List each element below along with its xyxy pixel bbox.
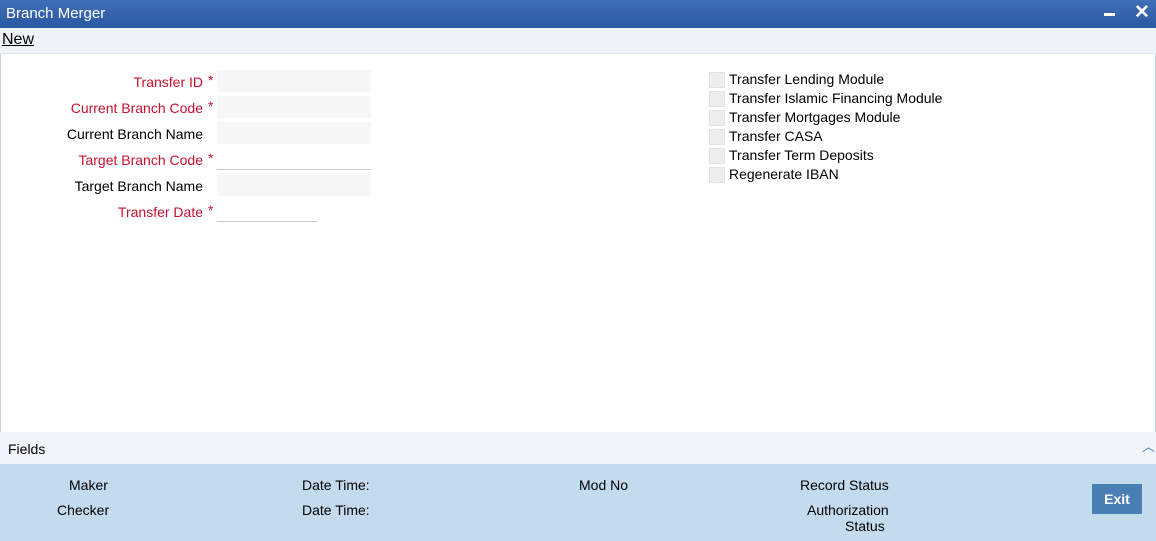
- chevron-up-icon[interactable]: ︿: [1142, 436, 1155, 455]
- new-link[interactable]: New: [2, 31, 34, 49]
- checker-datetime-label: Date Time:: [302, 502, 370, 518]
- target-branch-code-label: Target Branch Code: [78, 152, 203, 168]
- transfer-mortgages-module-label: Transfer Mortgages Module: [729, 109, 901, 125]
- toolbar: New: [0, 28, 1156, 54]
- transfer-term-deposits-label: Transfer Term Deposits: [729, 147, 874, 163]
- transfer-term-deposits-checkbox[interactable]: [709, 148, 725, 164]
- current-branch-code-input[interactable]: [217, 96, 371, 118]
- authorization-status-label-line2: Status: [845, 518, 885, 534]
- close-icon[interactable]: ✕: [1134, 3, 1150, 23]
- maker-label: Maker: [69, 477, 108, 493]
- transfer-id-input[interactable]: [217, 70, 371, 92]
- regenerate-iban-checkbox[interactable]: [709, 167, 725, 183]
- transfer-casa-checkbox[interactable]: [709, 129, 725, 145]
- exit-button[interactable]: Exit: [1092, 484, 1142, 514]
- fields-label: Fields: [8, 441, 46, 457]
- checker-label: Checker: [57, 502, 110, 518]
- mod-no-label: Mod No: [579, 477, 629, 493]
- required-marker: *: [208, 202, 214, 218]
- authorization-status-label-line1: Authorization: [807, 502, 889, 518]
- transfer-date-input[interactable]: [217, 200, 317, 222]
- window-title-bar: Branch Merger ✕: [0, 0, 1156, 28]
- maker-datetime-label: Date Time:: [302, 477, 370, 493]
- transfer-lending-module-checkbox[interactable]: [709, 72, 725, 88]
- transfer-date-label: Transfer Date: [117, 204, 203, 220]
- required-marker: *: [208, 98, 214, 114]
- transfer-islamic-financing-module-checkbox[interactable]: [709, 91, 725, 107]
- required-marker: *: [208, 150, 214, 166]
- current-branch-name-label: Current Branch Name: [66, 126, 203, 142]
- current-branch-code-label: Current Branch Code: [70, 100, 203, 116]
- record-status-label: Record Status: [800, 477, 889, 493]
- form-area: Transfer ID * Current Branch Code * Curr…: [0, 54, 1156, 432]
- regenerate-iban-label: Regenerate IBAN: [729, 166, 839, 182]
- audit-bar: Maker Checker Date Time: Date Time: Mod …: [0, 464, 1156, 541]
- required-marker: *: [208, 72, 214, 88]
- current-branch-name-input[interactable]: [217, 122, 371, 144]
- target-branch-code-input[interactable]: [217, 148, 371, 170]
- transfer-casa-label: Transfer CASA: [729, 128, 823, 144]
- minimize-icon[interactable]: [1104, 13, 1115, 16]
- window-title: Branch Merger: [6, 5, 106, 22]
- fields-bar: Fields ︿: [0, 432, 1156, 464]
- target-branch-name-label: Target Branch Name: [74, 178, 203, 194]
- transfer-mortgages-module-checkbox[interactable]: [709, 110, 725, 126]
- target-branch-name-input[interactable]: [217, 174, 371, 196]
- transfer-lending-module-label: Transfer Lending Module: [729, 71, 885, 87]
- transfer-id-label: Transfer ID: [133, 74, 204, 90]
- transfer-islamic-financing-module-label: Transfer Islamic Financing Module: [729, 90, 943, 106]
